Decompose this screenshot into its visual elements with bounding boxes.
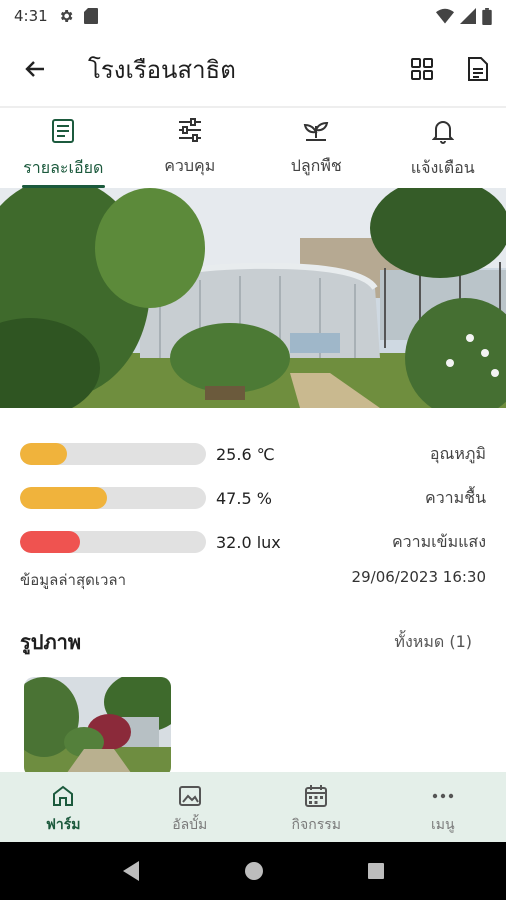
grid-view-icon [411, 58, 433, 80]
battery-icon [482, 7, 492, 25]
tab-details-label: รายละเอียด [23, 158, 104, 177]
humidity-label: ความชื้น [424, 487, 486, 507]
humidity-value: 47.5 % [216, 488, 272, 508]
home-icon [53, 785, 74, 806]
tab-control-label: ควบคุม [164, 156, 216, 175]
system-home-icon[interactable] [244, 861, 264, 881]
image-icon [178, 786, 201, 806]
grid-view-button[interactable] [394, 31, 450, 107]
nav-farm-label: ฟาร์ม [45, 817, 81, 833]
tab-control[interactable]: ควบคุม [127, 110, 254, 188]
last-updated-label: ข้อมูลล่าสุดเวลา [20, 571, 127, 589]
temperature-value: 25.6 ℃ [216, 444, 275, 464]
tab-bar: รายละเอียด ควบคุม ปลูกพืช แจ้งเตือน [0, 110, 506, 188]
light-value: 32.0 lux [216, 532, 281, 552]
nav-activities-label: กิจกรรม [291, 817, 341, 833]
light-label: ความเข้มแสง [391, 531, 486, 551]
nav-album-label: อัลบั้ม [172, 817, 208, 833]
metric-light: 32.0 lux ความเข้มแสง [20, 520, 486, 564]
sd-card-icon [83, 8, 98, 24]
app-bar: โรงเรือนสาธิต [0, 32, 506, 108]
gear-icon [60, 10, 73, 22]
sensor-metrics: 25.6 ℃ อุณหภูมิ 47.5 % ความชื้น 32.0 lux… [20, 432, 486, 564]
tab-details[interactable]: รายละเอียด [0, 110, 127, 188]
bell-icon [431, 121, 454, 144]
light-bar [20, 531, 206, 553]
greenhouse-photo [0, 188, 506, 408]
tab-plant-label: ปลูกพืช [290, 156, 342, 175]
more-icon [432, 793, 453, 799]
arrow-back-icon [25, 61, 44, 77]
system-recents-icon[interactable] [367, 862, 385, 880]
last-updated-value: 29/06/2023 16:30 [351, 568, 486, 586]
back-button[interactable] [0, 31, 70, 107]
details-icon [52, 119, 75, 143]
wifi-icon [436, 8, 454, 24]
photos-view-all-link[interactable]: ทั้งหมด (1) [394, 630, 472, 655]
sliders-icon [178, 118, 201, 142]
nav-menu[interactable]: เมนู [380, 772, 506, 842]
last-updated: ข้อมูลล่าสุดเวลา 29/06/2023 16:30 [20, 568, 486, 592]
tab-alerts-label: แจ้งเตือน [410, 158, 475, 177]
calendar-icon [305, 785, 328, 807]
tab-plant[interactable]: ปลูกพืช [253, 110, 380, 188]
temperature-bar-fill [20, 443, 67, 465]
plant-icon [304, 121, 329, 141]
photos-title: รูปภาพ [20, 630, 82, 654]
temperature-bar [20, 443, 206, 465]
humidity-bar-fill [20, 487, 108, 509]
nav-farm[interactable]: ฟาร์ม [0, 772, 127, 842]
nav-activities[interactable]: กิจกรรม [253, 772, 380, 842]
photos-header: รูปภาพ ทั้งหมด (1) [20, 624, 486, 660]
status-bar: 4:31 [0, 0, 506, 32]
nav-menu-label: เมนู [430, 817, 455, 833]
report-button[interactable] [450, 31, 506, 107]
metric-temperature: 25.6 ℃ อุณหภูมิ [20, 432, 486, 476]
tab-alerts[interactable]: แจ้งเตือน [380, 110, 506, 188]
metric-humidity: 47.5 % ความชื้น [20, 476, 486, 520]
page-title: โรงเรือนสาธิต [88, 55, 236, 84]
photo-thumbnail[interactable] [24, 677, 171, 777]
light-bar-fill [20, 531, 80, 553]
temperature-label: อุณหภูมิ [429, 443, 486, 463]
document-icon [468, 57, 488, 81]
nav-album[interactable]: อัลบั้ม [127, 772, 254, 842]
system-navigation-bar [0, 842, 506, 900]
status-time: 4:31 [14, 7, 48, 25]
bottom-navigation: ฟาร์ม อัลบั้ม กิจกรรม เมนู [0, 772, 506, 842]
system-back-icon[interactable] [121, 860, 141, 882]
signal-icon [460, 8, 476, 24]
humidity-bar [20, 487, 206, 509]
